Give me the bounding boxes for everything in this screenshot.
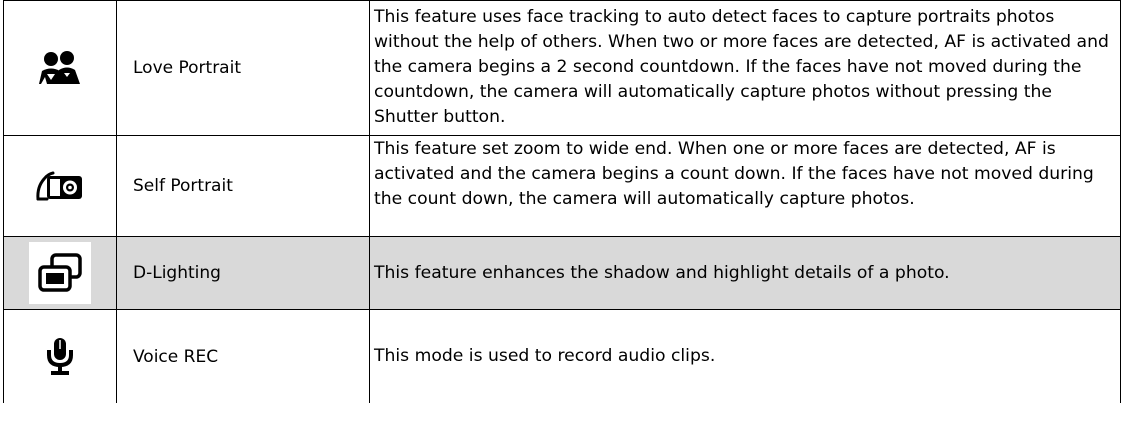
- icon-cell: [3, 309, 117, 403]
- scene-mode-table: Love Portrait This feature uses face tra…: [3, 0, 1121, 403]
- table-row: D-Lighting This feature enhances the sha…: [3, 236, 1121, 310]
- icon-cell: [3, 236, 117, 310]
- mode-name: Voice REC: [116, 309, 370, 403]
- table-row: Self Portrait This feature set zoom to w…: [3, 135, 1121, 237]
- mode-description: This feature uses face tracking to auto …: [369, 0, 1121, 136]
- d-lighting-icon: [29, 242, 91, 304]
- mode-name: Self Portrait: [116, 135, 370, 237]
- table-row: Love Portrait This feature uses face tra…: [3, 0, 1121, 136]
- mode-description: This feature enhances the shadow and hig…: [369, 236, 1121, 310]
- mode-description: This mode is used to record audio clips.: [369, 309, 1121, 403]
- mode-name: Love Portrait: [116, 0, 370, 136]
- love-portrait-icon: [29, 37, 91, 99]
- icon-cell: [3, 135, 117, 237]
- mode-description: This feature set zoom to wide end. When …: [369, 135, 1121, 237]
- mode-name: D-Lighting: [116, 236, 370, 310]
- voice-rec-icon: [29, 325, 91, 388]
- self-portrait-icon: [29, 155, 91, 217]
- icon-cell: [3, 0, 117, 136]
- table-row: Voice REC This mode is used to record au…: [3, 309, 1121, 403]
